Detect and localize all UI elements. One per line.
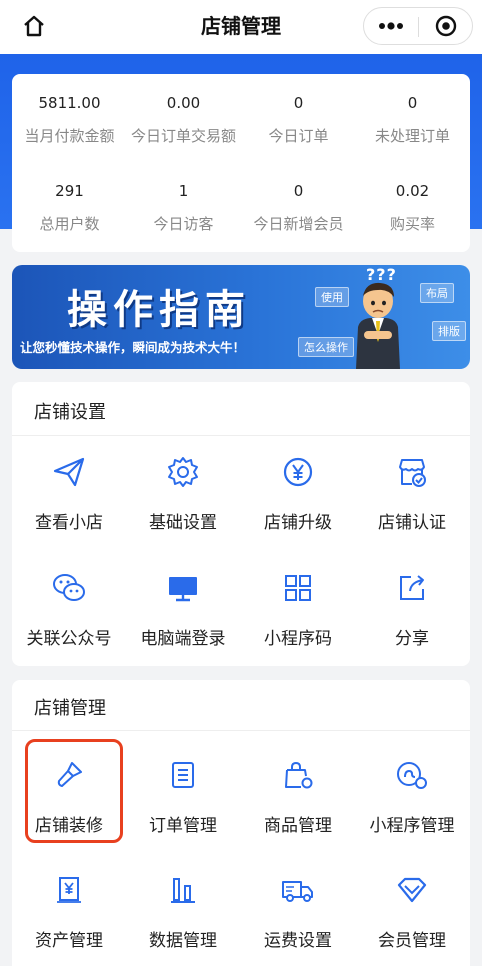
stat-label: 今日订单 bbox=[268, 127, 329, 145]
section-divider bbox=[12, 435, 470, 436]
stat-value: 0 bbox=[293, 182, 304, 200]
grid-item-label: 查看小店 bbox=[35, 513, 103, 533]
shop-certification-button[interactable]: 店铺认证 bbox=[355, 452, 469, 533]
grid-item-label: 小程序码 bbox=[264, 629, 332, 649]
shop-upgrade-button[interactable]: 店铺升级 bbox=[241, 452, 355, 533]
stat-value: 5811.00 bbox=[38, 94, 101, 112]
target-circle-icon bbox=[435, 15, 457, 37]
stat-label: 未处理订单 bbox=[374, 127, 450, 145]
monitor-icon bbox=[169, 577, 197, 602]
stat-value: 0.02 bbox=[395, 182, 430, 200]
miniprogram-management-button[interactable]: 小程序管理 bbox=[355, 755, 469, 836]
store-verified-icon bbox=[399, 459, 426, 487]
stat-total-users[interactable]: 291 总用户数 bbox=[12, 182, 127, 234]
stat-label: 总用户数 bbox=[39, 215, 100, 233]
grid-item-label: 电脑端登录 bbox=[140, 629, 226, 649]
bar-chart-icon bbox=[171, 878, 195, 903]
stat-purchase-rate[interactable]: 0.02 购买率 bbox=[355, 182, 470, 234]
qrcode-icon bbox=[285, 575, 311, 601]
nav-bar: 店铺管理 bbox=[0, 0, 482, 54]
banner-title: 操作指南 bbox=[67, 286, 251, 333]
stat-value: 1 bbox=[178, 182, 189, 200]
businessman-illustration-icon bbox=[356, 282, 400, 369]
more-button[interactable] bbox=[364, 8, 418, 44]
grid-item-label: 会员管理 bbox=[378, 931, 446, 951]
product-management-button[interactable]: 商品管理 bbox=[241, 755, 355, 836]
stat-pending-orders[interactable]: 0 未处理订单 bbox=[355, 94, 470, 146]
shop-settings-card: 店铺设置 查看小店 基础设置 店铺升级 店铺认证 关联公众号 电脑端登录 小程序… bbox=[12, 382, 470, 666]
wechat-icon bbox=[53, 574, 85, 601]
close-miniprogram-button[interactable] bbox=[419, 8, 473, 44]
pc-login-button[interactable]: 电脑端登录 bbox=[126, 568, 240, 649]
stat-label: 今日访客 bbox=[153, 215, 214, 233]
share-icon bbox=[400, 575, 424, 600]
stat-today-visitors[interactable]: 1 今日访客 bbox=[126, 182, 241, 234]
banner-tag: 排版 bbox=[432, 321, 466, 341]
basic-settings-button[interactable]: 基础设置 bbox=[126, 452, 240, 533]
paper-plane-icon bbox=[53, 457, 85, 487]
stat-value: 0.00 bbox=[166, 94, 201, 112]
data-management-button[interactable]: 数据管理 bbox=[126, 870, 240, 951]
stat-month-payment[interactable]: 5811.00 当月付款金额 bbox=[12, 94, 127, 146]
stats-card: 5811.00 当月付款金额 0.00 今日订单交易额 0 今日订单 0 未处理订单 2… bbox=[12, 74, 470, 252]
stat-label: 今日订单交易额 bbox=[130, 127, 236, 145]
stat-label: 今日新增会员 bbox=[253, 215, 344, 233]
shipping-settings-button[interactable]: 运费设置 bbox=[241, 870, 355, 951]
product-bag-icon bbox=[285, 761, 313, 789]
stat-today-order-amount[interactable]: 0.00 今日订单交易额 bbox=[126, 94, 241, 146]
grid-item-label: 小程序管理 bbox=[369, 816, 455, 836]
member-management-button[interactable]: 会员管理 bbox=[355, 870, 469, 951]
grid-item-label: 商品管理 bbox=[264, 816, 332, 836]
asset-management-button[interactable]: 资产管理 bbox=[12, 870, 126, 951]
stat-label: 当月付款金额 bbox=[24, 127, 115, 145]
grid-item-label: 店铺认证 bbox=[378, 513, 446, 533]
grid-item-label: 分享 bbox=[395, 629, 429, 649]
yen-circle-icon bbox=[283, 457, 313, 487]
section-title: 店铺设置 bbox=[34, 402, 106, 423]
stat-value: 291 bbox=[55, 182, 84, 200]
stat-label: 购买率 bbox=[389, 215, 435, 233]
order-management-button[interactable]: 订单管理 bbox=[126, 755, 240, 836]
more-dots-icon bbox=[379, 22, 403, 30]
link-official-account-button[interactable]: 关联公众号 bbox=[12, 568, 126, 649]
banner-tag: 布局 bbox=[420, 283, 454, 303]
grid-item-label: 订单管理 bbox=[149, 816, 217, 836]
stat-new-members[interactable]: 0 今日新增会员 bbox=[241, 182, 356, 234]
order-list-icon bbox=[172, 762, 194, 788]
diamond-icon bbox=[397, 877, 427, 903]
highlight-box bbox=[25, 739, 123, 843]
banner-subtitle: 让您秒懂技术操作，瞬间成为技术大牛！ bbox=[20, 340, 246, 355]
guide-banner[interactable]: 操作指南 让您秒懂技术操作，瞬间成为技术大牛！ 使用 布局 排版 怎么操作 ??… bbox=[12, 265, 470, 369]
truck-icon bbox=[282, 881, 313, 902]
grid-item-label: 运费设置 bbox=[264, 931, 332, 951]
stat-today-orders[interactable]: 0 今日订单 bbox=[241, 94, 356, 146]
section-divider bbox=[12, 730, 470, 731]
stat-value: 0 bbox=[407, 94, 418, 112]
grid-item-label: 基础设置 bbox=[149, 513, 217, 533]
miniprogram-settings-icon bbox=[397, 762, 427, 789]
miniprogram-code-button[interactable]: 小程序码 bbox=[241, 568, 355, 649]
section-title: 店铺管理 bbox=[34, 698, 106, 719]
stat-value: 0 bbox=[293, 94, 304, 112]
grid-item-label: 关联公众号 bbox=[26, 629, 112, 649]
view-shop-button[interactable]: 查看小店 bbox=[12, 452, 126, 533]
grid-item-label: 店铺升级 bbox=[264, 513, 332, 533]
miniprogram-capsule bbox=[363, 7, 473, 45]
grid-item-label: 资产管理 bbox=[35, 931, 103, 951]
grid-item-label: 数据管理 bbox=[149, 931, 217, 951]
share-button[interactable]: 分享 bbox=[355, 568, 469, 649]
assets-icon bbox=[57, 877, 81, 903]
gear-icon bbox=[168, 457, 198, 487]
